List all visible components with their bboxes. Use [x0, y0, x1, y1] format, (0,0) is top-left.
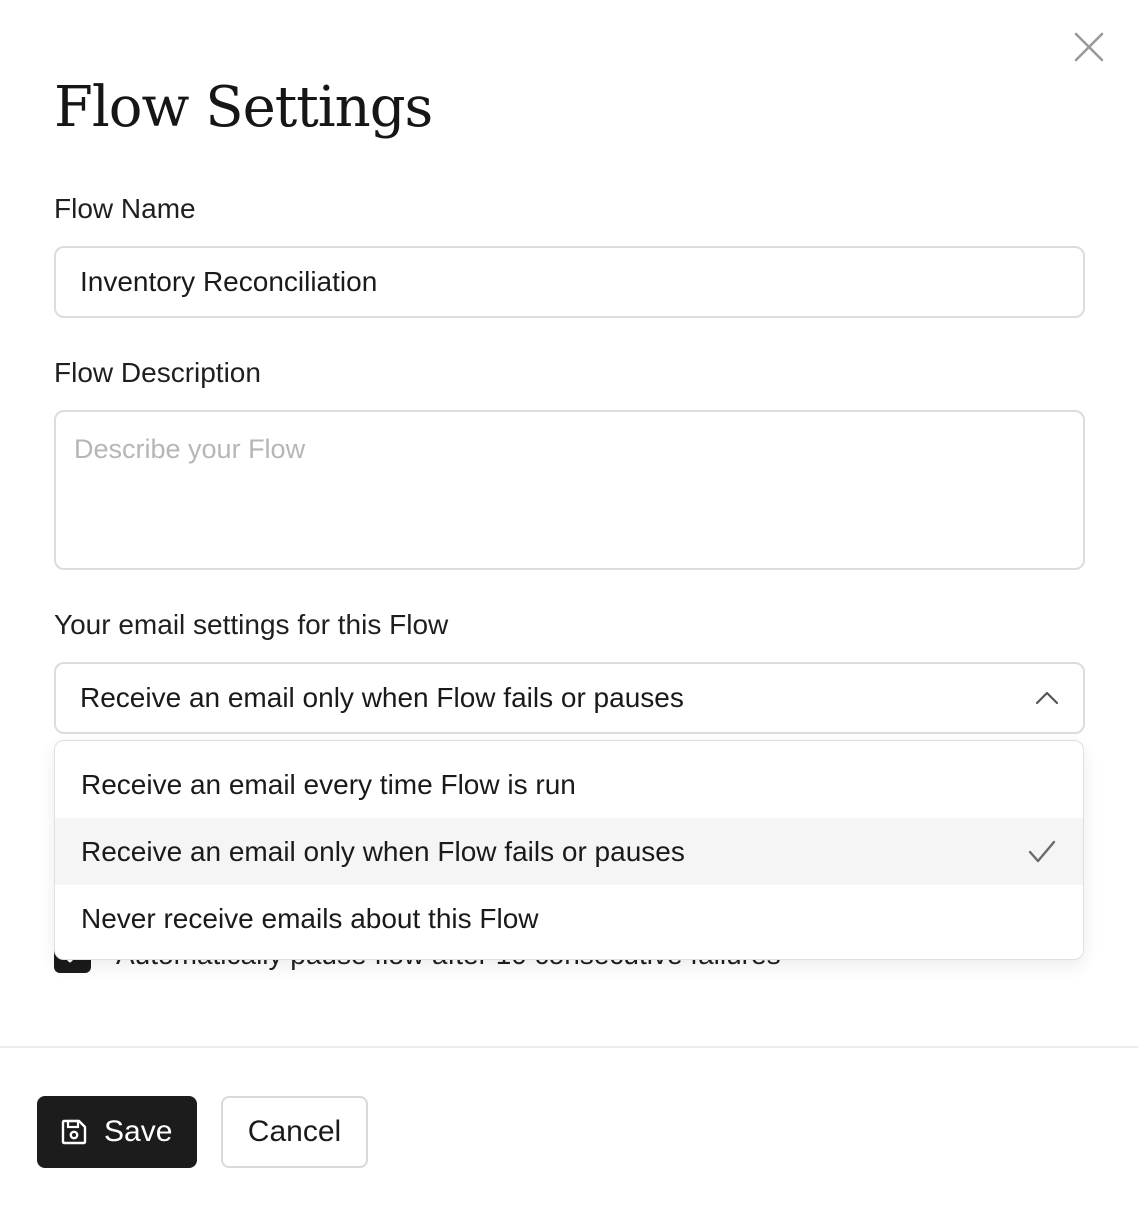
flow-description-label: Flow Description [54, 357, 261, 388]
chevron-up-icon [1033, 684, 1061, 712]
footer-divider [0, 1046, 1138, 1048]
email-option-every-run[interactable]: Receive an email every time Flow is run [55, 751, 1083, 818]
save-icon [59, 1117, 89, 1147]
flow-description-input[interactable] [54, 410, 1085, 570]
email-settings-select[interactable]: Receive an email only when Flow fails or… [54, 662, 1085, 734]
check-icon [1027, 837, 1057, 867]
email-settings-selected-value: Receive an email only when Flow fails or… [80, 682, 684, 713]
email-option-never[interactable]: Never receive emails about this Flow [55, 885, 1083, 952]
email-option-fails-or-pauses[interactable]: Receive an email only when Flow fails or… [55, 818, 1083, 885]
option-label: Receive an email only when Flow fails or… [81, 835, 685, 867]
page-title: Flow Settings [54, 75, 433, 140]
close-button[interactable] [1072, 30, 1106, 64]
email-settings-label: Your email settings for this Flow [54, 609, 449, 640]
cancel-button[interactable]: Cancel [221, 1096, 368, 1168]
close-icon [1074, 32, 1104, 62]
save-label: Save [104, 1115, 173, 1148]
option-label: Never receive emails about this Flow [81, 902, 539, 934]
option-label: Receive an email every time Flow is run [81, 768, 576, 800]
flow-name-input[interactable] [54, 246, 1085, 318]
flow-name-label: Flow Name [54, 193, 196, 224]
email-settings-dropdown: Receive an email every time Flow is run … [54, 740, 1084, 960]
save-button[interactable]: Save [37, 1096, 197, 1168]
